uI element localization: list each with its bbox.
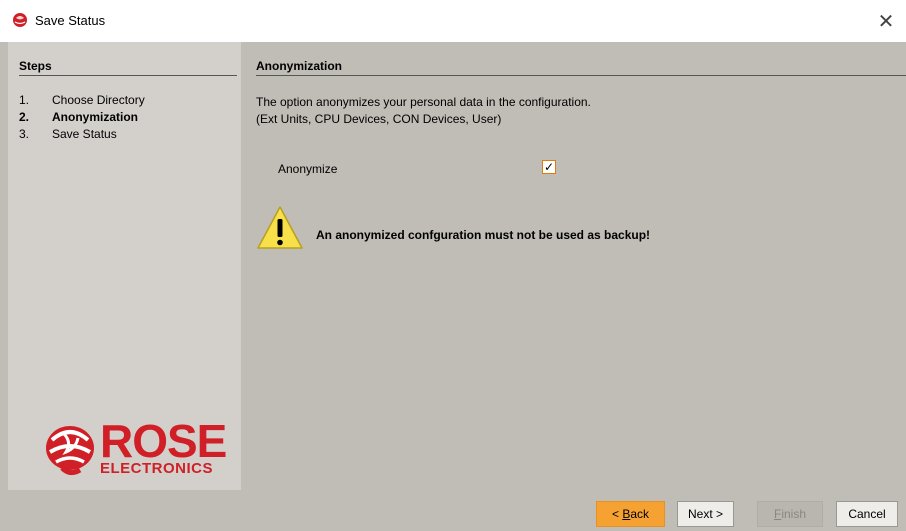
steps-sidebar: Steps 1. Choose Directory 2. Anonymization… bbox=[8, 42, 241, 490]
steps-header: Steps bbox=[19, 59, 52, 73]
cancel-button-label: Cancel bbox=[848, 507, 886, 521]
anonymize-label: Anonymize bbox=[278, 162, 338, 176]
section-title: Anonymization bbox=[256, 59, 342, 73]
step-label: Save Status bbox=[52, 127, 117, 141]
back-rest: ack bbox=[630, 507, 650, 521]
wizard-dialog: Steps 1. Choose Directory 2. Anonymization… bbox=[0, 42, 906, 531]
finish-button-label: Finish bbox=[774, 507, 806, 521]
warning-message: An anonymized confguration must not be u… bbox=[316, 228, 651, 242]
back-button[interactable]: < Back bbox=[596, 501, 665, 527]
close-button[interactable]: ✕ bbox=[866, 0, 906, 42]
description-line-1: The option anonymizes your personal data… bbox=[256, 95, 591, 109]
back-prefix: < bbox=[611, 507, 623, 521]
close-icon: ✕ bbox=[877, 9, 895, 33]
warning-icon bbox=[257, 206, 303, 249]
step-label: Anonymization bbox=[52, 110, 138, 124]
rose-logo-icon bbox=[46, 426, 94, 476]
step-content-panel: Anonymization The option anonymizes your… bbox=[248, 42, 906, 490]
step-save-status: 3. Save Status bbox=[19, 127, 117, 141]
title-bar: Save Status ✕ bbox=[0, 0, 906, 42]
rose-electronics-logo: ROSE ELECTRONICS bbox=[42, 418, 242, 482]
section-divider bbox=[256, 75, 906, 76]
finish-rest: inish bbox=[781, 507, 807, 521]
check-icon: ✓ bbox=[543, 160, 555, 174]
step-number: 2. bbox=[19, 110, 30, 124]
description-line-2: (Ext Units, CPU Devices, CON Devices, Us… bbox=[256, 112, 502, 126]
steps-divider bbox=[19, 75, 237, 76]
window-title: Save Status bbox=[35, 13, 106, 28]
anonymize-checkbox[interactable]: ✓ bbox=[542, 160, 556, 174]
logo-subtitle: ELECTRONICS bbox=[100, 460, 214, 477]
back-button-label: < Back bbox=[612, 507, 649, 521]
rose-app-icon bbox=[13, 13, 27, 27]
step-choose-directory: 1. Choose Directory bbox=[19, 93, 145, 107]
logo-wordmark: ROSE bbox=[100, 415, 227, 467]
step-number: 1. bbox=[19, 93, 30, 107]
step-label: Choose Directory bbox=[52, 93, 145, 107]
finish-button[interactable]: Finish bbox=[757, 501, 823, 527]
next-button[interactable]: Next > bbox=[677, 501, 734, 527]
cancel-button[interactable]: Cancel bbox=[836, 501, 898, 527]
next-button-label: Next > bbox=[687, 507, 723, 521]
step-number: 3. bbox=[19, 127, 30, 141]
step-anonymization: 2. Anonymization bbox=[19, 110, 138, 124]
